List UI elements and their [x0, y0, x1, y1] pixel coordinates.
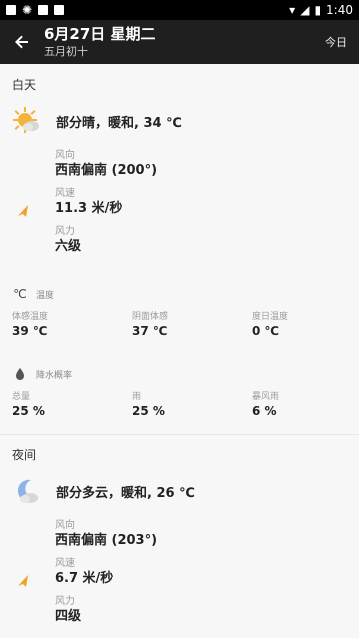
day-summary: 部分晴，暖和, 34 ℃ — [12, 106, 342, 136]
night-wind-direction: 风向 西南偏南 (203°) — [55, 520, 157, 550]
today-button[interactable]: 今日 — [325, 34, 347, 50]
night-wind-speed-label: 风速 — [55, 558, 75, 569]
night-wind-speed: 风速 6.7 米/秒 — [55, 558, 113, 588]
photo-icon — [54, 5, 65, 15]
day-section-title: 白天 — [12, 78, 37, 92]
day-wind-speed-label: 风速 — [55, 188, 75, 199]
precip-rain: 雨 25 % — [132, 389, 252, 418]
night-wind-force-value: 四级 — [55, 609, 82, 624]
day-wind-speed-value: 11.3 米/秒 — [55, 201, 123, 216]
notification-icon — [6, 5, 16, 15]
temp-feels-like: 体感温度 39 ℃ — [12, 309, 132, 338]
status-icons-right: ▾ ◢ ▮ 1:40 — [289, 3, 353, 17]
day-wind-direction-value: 西南偏南 (200°) — [55, 163, 158, 178]
day-wind-direction: 风向 西南偏南 (200°) — [55, 150, 157, 180]
precip-total-value: 25 % — [12, 404, 45, 418]
signal-icon: ◢ — [300, 3, 310, 17]
page-subtitle: 五月初十 — [44, 45, 88, 58]
temp-degree-day: 度日温度 0 ℃ — [252, 309, 347, 338]
page-title: 6月27日 星期二 — [44, 25, 156, 43]
day-wind-force-value: 六级 — [55, 239, 82, 254]
night-wind-direction-value: 西南偏南 (203°) — [55, 533, 158, 548]
temperature-header: ℃ 温度 — [12, 286, 54, 302]
temperature-grid: 体感温度 39 ℃ 阴面体感 37 ℃ 度日温度 0 ℃ — [12, 309, 347, 338]
title-block: 6月27日 星期二 五月初十 — [44, 25, 156, 59]
precip-grid: 总量 25 % 雨 25 % 暴风雨 6 % — [12, 389, 347, 418]
temp-degree-day-label: 度日温度 — [252, 312, 289, 322]
night-wind-speed-value: 6.7 米/秒 — [55, 571, 114, 586]
precip-storm-label: 暴风雨 — [252, 392, 280, 402]
precip-rain-label: 雨 — [132, 392, 142, 402]
night-wind-force-label: 风力 — [55, 596, 75, 607]
status-icons-left: ✺ — [6, 3, 65, 17]
day-summary-row: 部分晴，暖和, 34 ℃ — [12, 106, 342, 136]
drop-icon — [12, 366, 28, 382]
temp-feels-like-value: 39 ℃ — [12, 324, 48, 338]
status-bar: ✺ ▾ ◢ ▮ 1:40 — [0, 0, 359, 20]
precip-header: 降水概率 — [12, 366, 72, 382]
temp-shade-label: 阴面体感 — [132, 312, 169, 322]
moon-icon — [12, 476, 42, 506]
temperature-label: 温度 — [36, 290, 55, 301]
day-wind-force: 风力 六级 — [55, 226, 81, 256]
temp-shade: 阴面体感 37 ℃ — [132, 309, 252, 338]
image-icon — [38, 5, 49, 15]
night-summary-text: 部分多云，暖和, 26 ℃ — [56, 485, 195, 501]
temp-degree-day-value: 0 ℃ — [252, 324, 280, 338]
day-section: 白天 — [12, 76, 342, 93]
settings-icon: ✺ — [22, 3, 33, 17]
day-wind-direction-label: 风向 — [55, 150, 75, 161]
precip-total-label: 总量 — [12, 392, 31, 402]
night-summary: 部分多云，暖和, 26 ℃ — [12, 476, 342, 506]
battery-icon: ▮ — [314, 3, 322, 17]
night-wind-force: 风力 四级 — [55, 596, 81, 626]
section-divider — [0, 434, 359, 435]
status-time: 1:40 — [326, 3, 353, 17]
wifi-icon: ▾ — [289, 3, 296, 17]
temp-feels-like-label: 体感温度 — [12, 312, 49, 322]
night-section: 夜间 — [12, 446, 342, 463]
day-summary-text: 部分晴，暖和, 34 ℃ — [56, 115, 182, 131]
temp-shade-value: 37 ℃ — [132, 324, 168, 338]
precip-rain-value: 25 % — [132, 404, 165, 418]
precip-total: 总量 25 % — [12, 389, 132, 418]
back-button[interactable] — [0, 20, 44, 64]
arrow-left-icon — [15, 35, 28, 49]
wind-arrow-icon — [18, 575, 28, 587]
day-wind-force-label: 风力 — [55, 226, 75, 237]
day-wind-speed: 风速 11.3 米/秒 — [55, 188, 122, 218]
celsius-icon: ℃ — [13, 287, 27, 301]
precip-storm-value: 6 % — [252, 404, 277, 418]
wind-arrow-icon — [18, 205, 28, 217]
night-section-title: 夜间 — [12, 448, 37, 462]
app-bar: 6月27日 星期二 五月初十 今日 — [0, 20, 359, 64]
precip-storm: 暴风雨 6 % — [252, 389, 347, 418]
sun-cloud-icon — [12, 106, 42, 136]
precip-label: 降水概率 — [36, 370, 73, 381]
night-summary-row: 部分多云，暖和, 26 ℃ — [12, 476, 342, 506]
night-wind-direction-label: 风向 — [55, 520, 75, 531]
